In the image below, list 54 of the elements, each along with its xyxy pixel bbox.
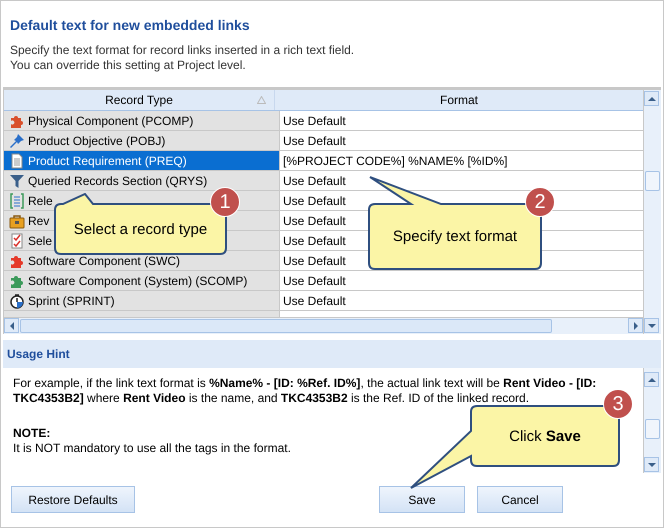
table-cell[interactable]: Use Default bbox=[280, 271, 643, 290]
hint-text: For example, if the link text format is %Name% - [ID: %Ref. ID%], the actual link text will be Rent Video - [ID: TKC4353B2] where Rent Video is the name, and TKC4353B2 is the Ref. ID of the linked record. bbox=[13, 376, 598, 406]
scroll-down-button[interactable] bbox=[644, 457, 659, 472]
table-cell[interactable]: Product Requirement (PREQ) bbox=[4, 151, 280, 170]
column-header[interactable]: Format bbox=[275, 90, 643, 110]
horizontal-scrollbar[interactable] bbox=[4, 317, 643, 334]
table-cell[interactable]: Sprint (SPRINT) bbox=[4, 291, 280, 310]
callout-text: Select a record type bbox=[74, 220, 208, 238]
scroll-up-button[interactable] bbox=[644, 91, 659, 106]
step-badge: 2 bbox=[525, 187, 555, 217]
restore-defaults-button[interactable]: Restore Defaults bbox=[11, 486, 135, 513]
up-arrow-icon bbox=[648, 376, 656, 382]
step-badge: 3 bbox=[603, 389, 633, 419]
callout-text: Specify text format bbox=[392, 228, 518, 245]
down-arrow-icon bbox=[648, 322, 656, 328]
table-cell[interactable]: Product Objective (POBJ) bbox=[4, 131, 280, 150]
note-title: NOTE: bbox=[13, 426, 50, 441]
filter-icon bbox=[9, 172, 25, 188]
table-cell[interactable]: Use Default bbox=[280, 171, 643, 190]
pin-icon bbox=[9, 132, 25, 148]
toolbox-icon bbox=[9, 212, 25, 228]
table-cell[interactable]: Use Default bbox=[280, 111, 643, 130]
scroll-up-button[interactable] bbox=[644, 372, 659, 387]
checklist-icon bbox=[9, 232, 25, 248]
section-header: Usage Hint bbox=[3, 340, 661, 368]
section-title: Default text for new embedded links bbox=[10, 17, 251, 33]
vertical-scrollbar[interactable] bbox=[643, 368, 661, 473]
sort-icon bbox=[257, 96, 266, 104]
vertical-scrollbar[interactable] bbox=[643, 90, 661, 334]
table-cell[interactable]: Physical Component (PCOMP) bbox=[4, 111, 280, 130]
table-cell[interactable]: Queried Records Section (QRYS) bbox=[4, 171, 280, 190]
stopwatch-icon bbox=[9, 292, 25, 308]
list-icon bbox=[9, 192, 25, 208]
scroll-left-button[interactable] bbox=[4, 318, 19, 333]
table-cell[interactable]: Software Component (System) (SCOMP) bbox=[4, 271, 280, 290]
callout-text: Click Save bbox=[509, 428, 581, 444]
column-header[interactable]: Record Type bbox=[4, 90, 275, 110]
dialog-button[interactable]: Cancel bbox=[477, 486, 563, 513]
description-text: Specify the text format for record links inserted in a rich text field. bbox=[10, 43, 356, 58]
scroll-down-button[interactable] bbox=[644, 318, 659, 333]
table-cell[interactable]: Use Default bbox=[280, 291, 643, 310]
down-arrow-icon bbox=[648, 462, 656, 468]
document-icon bbox=[9, 152, 25, 168]
up-arrow-icon bbox=[648, 96, 656, 102]
right-arrow-icon bbox=[632, 322, 638, 330]
scroll-thumb[interactable] bbox=[20, 319, 552, 333]
scroll-right-button[interactable] bbox=[628, 318, 643, 333]
note-text: It is NOT mandatory to use all the tags in the format. bbox=[13, 441, 291, 456]
scroll-thumb[interactable] bbox=[645, 419, 660, 439]
table-cell[interactable]: Use Default bbox=[280, 131, 643, 150]
left-arrow-icon bbox=[8, 322, 14, 330]
scroll-thumb[interactable] bbox=[645, 171, 660, 191]
dialog-button[interactable]: Save bbox=[379, 486, 465, 513]
description-text: You can override this setting at Project level. bbox=[10, 58, 247, 73]
